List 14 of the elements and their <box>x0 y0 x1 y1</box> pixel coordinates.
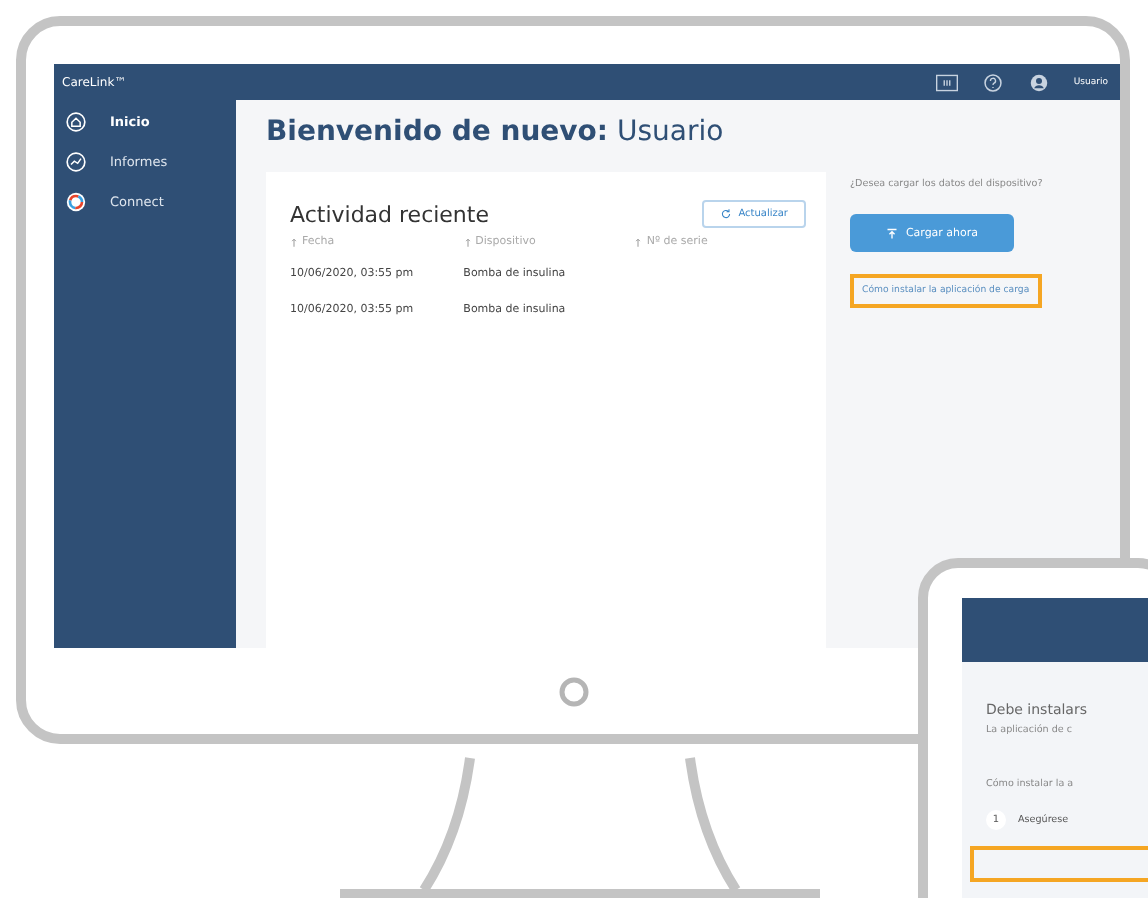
user-icon[interactable] <box>1027 73 1050 91</box>
ring-icon <box>66 192 86 212</box>
chart-icon <box>66 152 86 172</box>
sort-icon <box>290 237 298 247</box>
upload-icon <box>885 227 898 239</box>
window-icon[interactable] <box>935 73 958 91</box>
card-title: Actividad reciente <box>290 201 489 227</box>
sort-icon <box>634 237 643 247</box>
help-icon[interactable] <box>981 73 1004 91</box>
refresh-icon <box>720 208 733 220</box>
sort-icon <box>463 237 472 247</box>
home-icon <box>66 112 86 132</box>
page-heading: Bienvenido de nuevo: Usuario <box>266 116 726 148</box>
power-button-icon <box>557 675 589 707</box>
